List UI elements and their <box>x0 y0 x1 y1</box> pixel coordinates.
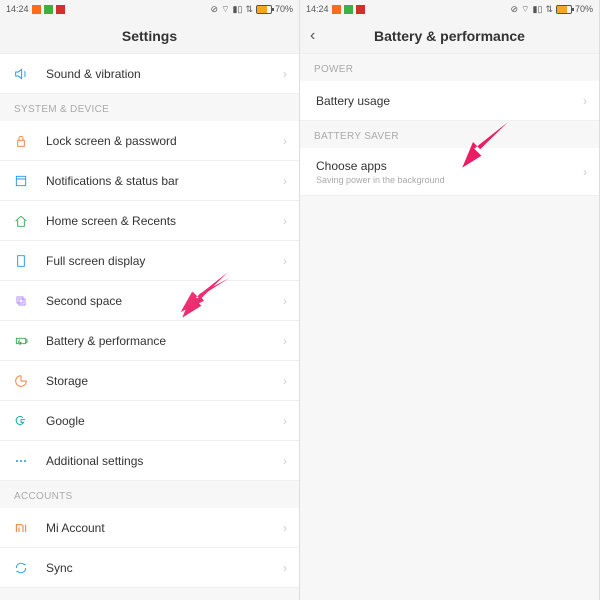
chevron-right-icon: › <box>283 334 287 348</box>
row-label: Notifications & status bar <box>46 174 283 188</box>
fullscreen-icon <box>12 252 30 270</box>
row-label: Sync <box>46 561 283 575</box>
row-label: Full screen display <box>46 254 283 268</box>
alarm-icon: ⊘ <box>211 4 219 15</box>
row-label: Mi Account <box>46 521 283 535</box>
statusicon-1 <box>332 5 341 14</box>
status-bar: 14:24 ⊘ ⌔ ▮▯ ⇅ 70% <box>300 0 599 18</box>
chevron-right-icon: › <box>283 521 287 535</box>
page-title: Battery & performance <box>374 28 525 44</box>
row-notifications-statusbar[interactable]: Notifications & status bar › <box>0 161 299 201</box>
page-title: Settings <box>122 28 177 44</box>
section-accounts: ACCOUNTS <box>0 481 299 508</box>
row-label: Battery usage <box>316 94 583 108</box>
chevron-right-icon: › <box>283 174 287 188</box>
google-icon <box>12 412 30 430</box>
home-icon <box>12 212 30 230</box>
wifi-icon: ⌔ <box>221 4 229 15</box>
chevron-right-icon: › <box>583 165 587 179</box>
chevron-right-icon: › <box>283 454 287 468</box>
chevron-right-icon: › <box>283 254 287 268</box>
more-icon <box>12 452 30 470</box>
data-icon: ⇅ <box>545 4 553 15</box>
chevron-right-icon: › <box>283 134 287 148</box>
row-label: Additional settings <box>46 454 283 468</box>
storage-icon <box>12 372 30 390</box>
wifi-icon: ⌔ <box>521 4 529 15</box>
sound-icon <box>12 65 30 83</box>
statusicon-3 <box>356 5 365 14</box>
row-label: Lock screen & password <box>46 134 283 148</box>
status-bar: 14:24 ⊘ ⌔ ▮▯ ⇅ 70% <box>0 0 299 18</box>
sync-icon <box>12 559 30 577</box>
settings-screen: 14:24 ⊘ ⌔ ▮▯ ⇅ 70% Settings Sound & vibr… <box>0 0 300 600</box>
row-label: Home screen & Recents <box>46 214 283 228</box>
chevron-right-icon: › <box>283 561 287 575</box>
section-battery-saver: BATTERY SAVER <box>300 121 599 148</box>
alarm-icon: ⊘ <box>511 4 519 15</box>
chevron-right-icon: › <box>283 67 287 81</box>
row-home-recents[interactable]: Home screen & Recents › <box>0 201 299 241</box>
row-storage[interactable]: Storage › <box>0 361 299 401</box>
row-battery-performance[interactable]: Battery & performance › <box>0 321 299 361</box>
statusicon-2 <box>344 5 353 14</box>
row-full-screen-display[interactable]: Full screen display › <box>0 241 299 281</box>
mi-icon <box>12 519 30 537</box>
header: ‹ Battery & performance <box>300 18 599 54</box>
data-icon: ⇅ <box>245 4 253 15</box>
statusicon-3 <box>56 5 65 14</box>
row-google[interactable]: Google › <box>0 401 299 441</box>
back-button[interactable]: ‹ <box>310 27 315 45</box>
notification-icon <box>12 172 30 190</box>
battery-list[interactable]: POWER Battery usage › BATTERY SAVER Choo… <box>300 54 599 600</box>
signal-icon: ▮▯ <box>533 4 543 15</box>
row-battery-usage[interactable]: Battery usage › <box>300 81 599 121</box>
battery-text: 70% <box>575 4 593 14</box>
row-subtitle: Saving power in the background <box>316 175 583 185</box>
row-label: Choose apps <box>316 159 583 173</box>
row-label: Second space <box>46 294 283 308</box>
row-choose-apps[interactable]: Choose apps Saving power in the backgrou… <box>300 148 599 196</box>
section-system-device: SYSTEM & DEVICE <box>0 94 299 121</box>
chevron-right-icon: › <box>583 94 587 108</box>
status-time: 14:24 <box>306 4 329 14</box>
settings-list[interactable]: Sound & vibration › SYSTEM & DEVICE Lock… <box>0 54 299 600</box>
signal-icon: ▮▯ <box>233 4 243 15</box>
battery-performance-screen: 14:24 ⊘ ⌔ ▮▯ ⇅ 70% ‹ Battery & performan… <box>300 0 600 600</box>
row-mi-account[interactable]: Mi Account › <box>0 508 299 548</box>
status-time: 14:24 <box>6 4 29 14</box>
row-sound-vibration[interactable]: Sound & vibration › <box>0 54 299 94</box>
row-label: Battery & performance <box>46 334 283 348</box>
statusicon-2 <box>44 5 53 14</box>
row-second-space[interactable]: Second space › <box>0 281 299 321</box>
chevron-right-icon: › <box>283 414 287 428</box>
row-lock-screen-password[interactable]: Lock screen & password › <box>0 121 299 161</box>
header: Settings <box>0 18 299 54</box>
empty-area <box>300 196 599 600</box>
chevron-right-icon: › <box>283 294 287 308</box>
lock-icon <box>12 132 30 150</box>
row-label: Sound & vibration <box>46 67 283 81</box>
row-label: Storage <box>46 374 283 388</box>
statusicon-1 <box>32 5 41 14</box>
battery-icon <box>556 5 572 14</box>
battery-text: 70% <box>275 4 293 14</box>
row-sync[interactable]: Sync › <box>0 548 299 588</box>
chevron-right-icon: › <box>283 214 287 228</box>
row-additional-settings[interactable]: Additional settings › <box>0 441 299 481</box>
secondspace-icon <box>12 292 30 310</box>
battery-icon <box>256 5 272 14</box>
battery-performance-icon <box>12 332 30 350</box>
section-power: POWER <box>300 54 599 81</box>
chevron-right-icon: › <box>283 374 287 388</box>
row-label: Google <box>46 414 283 428</box>
